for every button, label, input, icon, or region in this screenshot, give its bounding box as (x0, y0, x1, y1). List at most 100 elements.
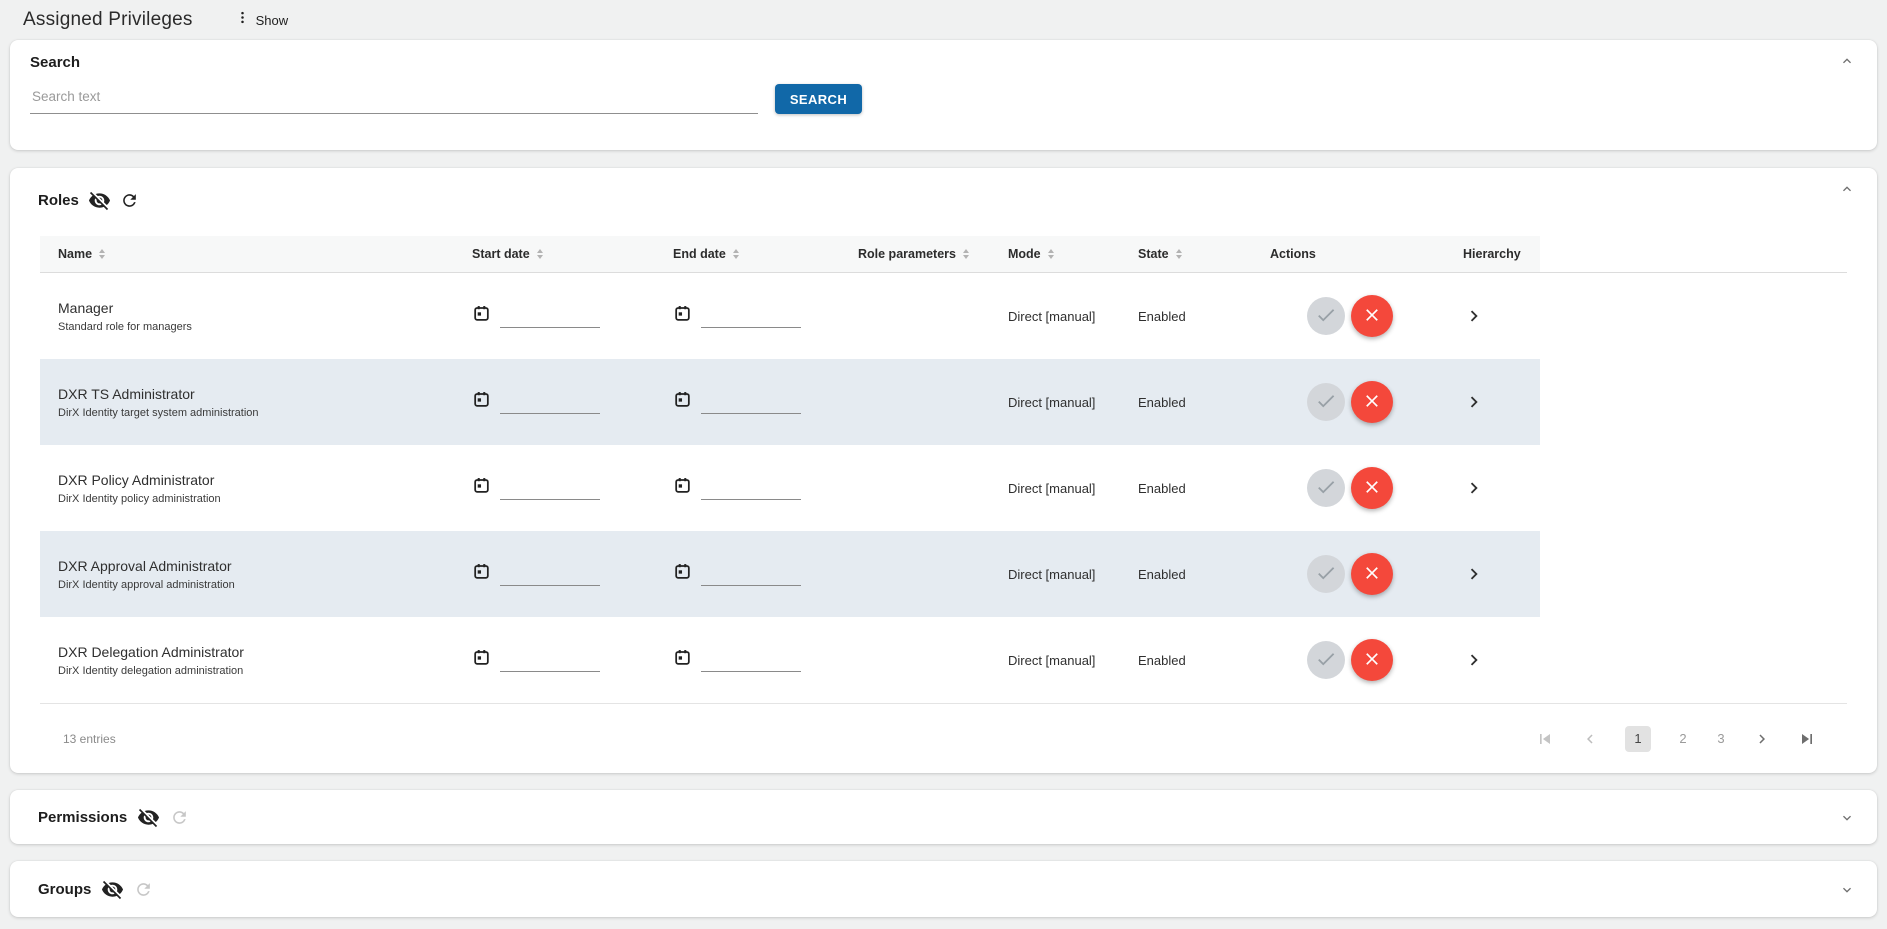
remove-button[interactable] (1351, 639, 1393, 681)
approve-button[interactable] (1307, 641, 1345, 679)
calendar-icon[interactable] (673, 476, 692, 500)
hierarchy-cell (1395, 477, 1540, 499)
search-input[interactable] (30, 83, 758, 114)
remove-button[interactable] (1351, 381, 1393, 423)
end-date-input[interactable] (701, 568, 801, 586)
eye-off-icon[interactable] (101, 878, 124, 901)
column-header-mode[interactable]: Mode (989, 247, 1119, 261)
table-row: DXR Delegation Administrator DirX Identi… (40, 617, 1540, 703)
column-header-start-date[interactable]: Start date (446, 247, 646, 261)
show-menu-button[interactable]: Show (235, 9, 289, 31)
start-date-input[interactable] (500, 310, 600, 328)
role-name: DXR Policy Administrator (58, 472, 446, 488)
calendar-icon[interactable] (673, 390, 692, 414)
end-date-input[interactable] (701, 482, 801, 500)
chevron-right-icon[interactable] (1463, 649, 1485, 671)
mode-cell: Direct [manual] (989, 567, 1119, 582)
hierarchy-cell (1395, 305, 1540, 327)
sort-icon (963, 249, 969, 259)
role-description: Standard role for managers (58, 321, 446, 333)
remove-button[interactable] (1351, 295, 1393, 337)
start-date-input[interactable] (500, 654, 600, 672)
refresh-icon[interactable] (134, 880, 153, 899)
start-date-cell (446, 304, 646, 328)
start-date-input[interactable] (500, 396, 600, 414)
calendar-icon[interactable] (472, 562, 491, 586)
actions-cell (1250, 381, 1395, 423)
pagination: 1 2 3 (1535, 726, 1843, 752)
remove-button[interactable] (1351, 553, 1393, 595)
state-cell: Enabled (1119, 309, 1250, 324)
actions-cell (1250, 467, 1395, 509)
chevron-down-icon[interactable] (1839, 810, 1855, 826)
column-header-actions: Actions (1250, 247, 1395, 261)
role-name: DXR Approval Administrator (58, 558, 446, 574)
refresh-icon[interactable] (120, 191, 139, 210)
chevron-right-icon[interactable] (1463, 563, 1485, 585)
column-header-name[interactable]: Name (40, 247, 446, 261)
calendar-icon[interactable] (673, 304, 692, 328)
state-cell: Enabled (1119, 395, 1250, 410)
role-name-cell: DXR Delegation Administrator DirX Identi… (40, 644, 446, 677)
calendar-icon[interactable] (472, 648, 491, 672)
role-name-cell: DXR TS Administrator DirX Identity targe… (40, 386, 446, 419)
role-name: Manager (58, 300, 446, 316)
approve-button[interactable] (1307, 297, 1345, 335)
approve-button[interactable] (1307, 555, 1345, 593)
chevron-right-icon[interactable] (1463, 305, 1485, 327)
search-row: SEARCH (30, 83, 1852, 114)
next-page-icon[interactable] (1753, 730, 1771, 748)
end-date-cell (646, 476, 839, 500)
hierarchy-cell (1395, 391, 1540, 413)
calendar-icon[interactable] (673, 648, 692, 672)
mode-cell: Direct [manual] (989, 481, 1119, 496)
start-date-input[interactable] (500, 568, 600, 586)
chevron-up-icon[interactable] (1839, 53, 1855, 69)
sort-icon (537, 249, 543, 259)
eye-off-icon[interactable] (137, 806, 160, 829)
calendar-icon[interactable] (673, 562, 692, 586)
page-button-3[interactable]: 3 (1715, 731, 1727, 746)
previous-page-icon[interactable] (1581, 730, 1599, 748)
role-name: DXR TS Administrator (58, 386, 446, 402)
chevron-down-icon[interactable] (1839, 882, 1855, 898)
chevron-up-icon[interactable] (1839, 181, 1855, 197)
start-date-input[interactable] (500, 482, 600, 500)
chevron-right-icon[interactable] (1463, 391, 1485, 413)
refresh-icon[interactable] (170, 808, 189, 827)
end-date-input[interactable] (701, 654, 801, 672)
approve-button[interactable] (1307, 469, 1345, 507)
calendar-icon[interactable] (472, 476, 491, 500)
page-button-2[interactable]: 2 (1677, 731, 1689, 746)
kebab-vertical-icon (235, 9, 250, 31)
eye-off-icon[interactable] (88, 189, 111, 212)
page-header: Assigned Privileges Show (0, 0, 1887, 40)
column-header-role-parameters[interactable]: Role parameters (839, 247, 989, 261)
permissions-panel-title: Permissions (38, 809, 127, 826)
end-date-input[interactable] (701, 396, 801, 414)
check-icon (1315, 476, 1337, 501)
end-date-cell (646, 562, 839, 586)
column-header-state[interactable]: State (1119, 247, 1250, 261)
last-page-icon[interactable] (1797, 729, 1817, 749)
search-panel: Search SEARCH (10, 40, 1877, 150)
mode-cell: Direct [manual] (989, 653, 1119, 668)
page-button-1[interactable]: 1 (1625, 726, 1651, 752)
first-page-icon[interactable] (1535, 729, 1555, 749)
chevron-right-icon[interactable] (1463, 477, 1485, 499)
approve-button[interactable] (1307, 383, 1345, 421)
column-header-end-date[interactable]: End date (646, 247, 839, 261)
state-cell: Enabled (1119, 567, 1250, 582)
hierarchy-cell (1395, 649, 1540, 671)
roles-table: Name Start date End date Role parameters… (40, 236, 1847, 773)
calendar-icon[interactable] (472, 304, 491, 328)
end-date-cell (646, 648, 839, 672)
search-panel-title: Search (30, 54, 1852, 71)
mode-cell: Direct [manual] (989, 395, 1119, 410)
end-date-input[interactable] (701, 310, 801, 328)
calendar-icon[interactable] (472, 390, 491, 414)
table-row: DXR TS Administrator DirX Identity targe… (40, 359, 1540, 445)
remove-button[interactable] (1351, 467, 1393, 509)
table-row: DXR Approval Administrator DirX Identity… (40, 531, 1540, 617)
search-button[interactable]: SEARCH (775, 84, 862, 114)
